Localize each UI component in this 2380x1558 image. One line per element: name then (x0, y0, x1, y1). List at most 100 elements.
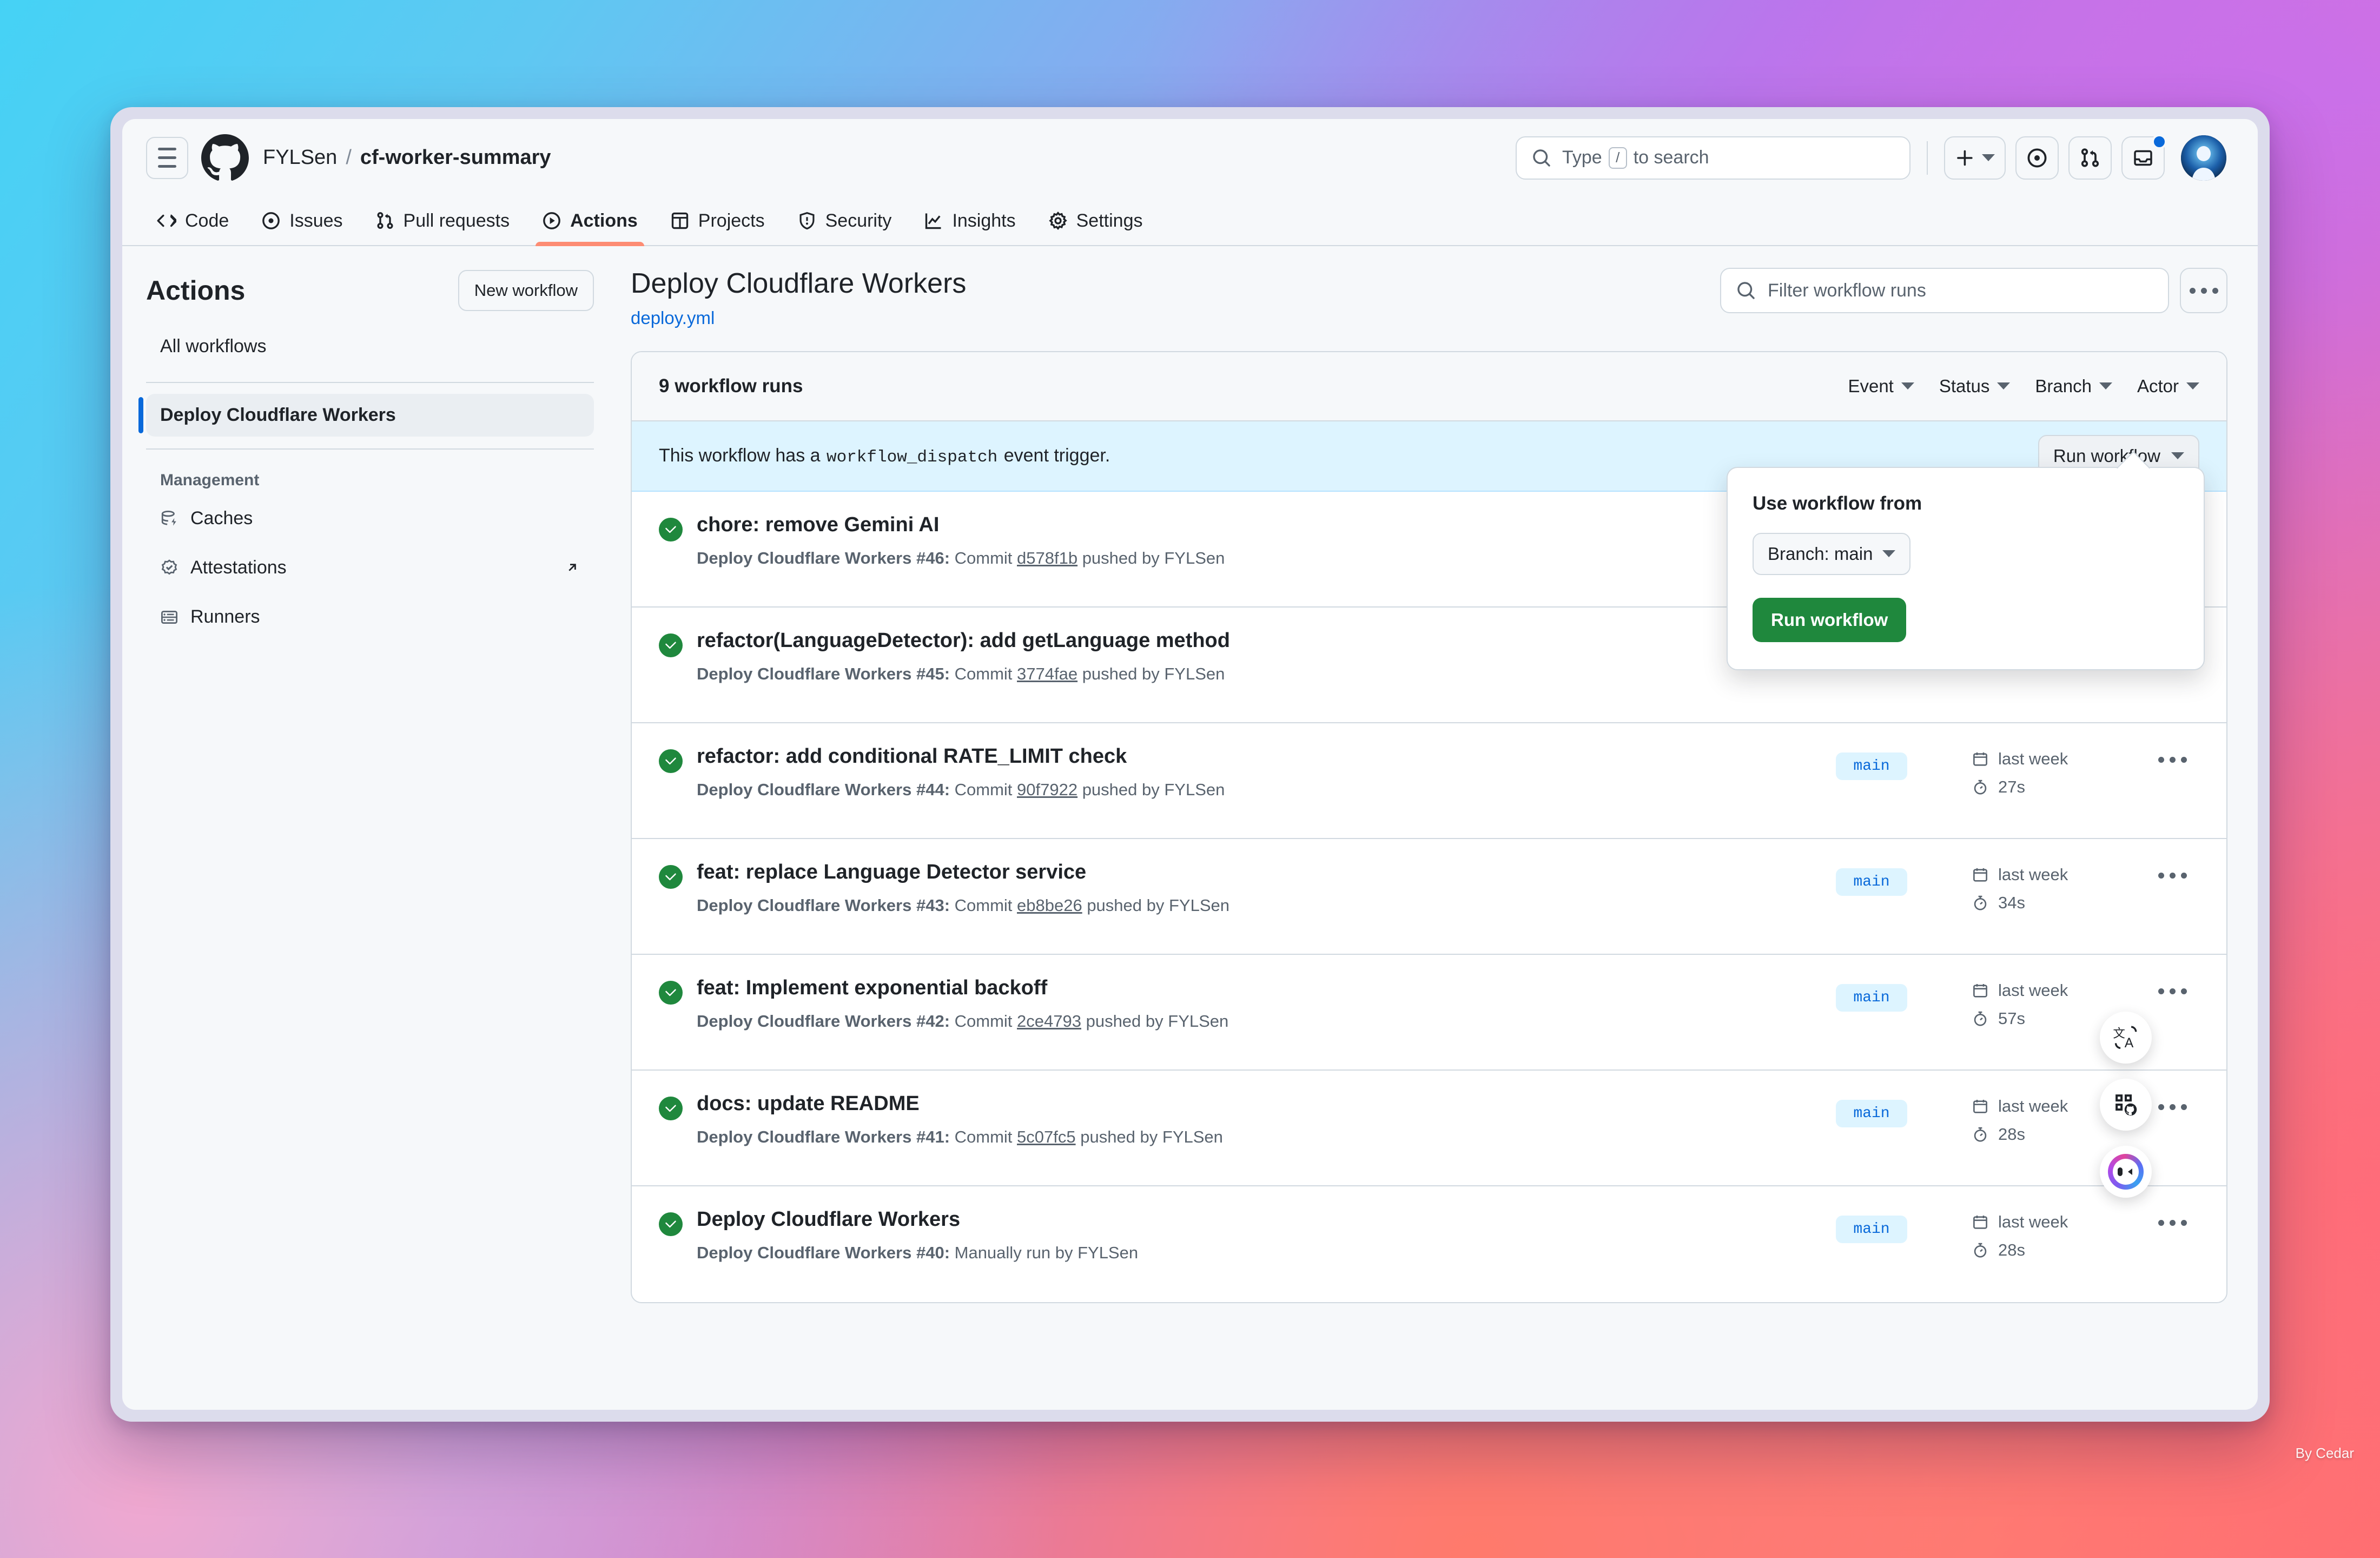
run-duration-text: 57s (1998, 1008, 2025, 1028)
tab-actions[interactable]: Actions (528, 196, 652, 246)
breadcrumb-repo[interactable]: cf-worker-summary (360, 146, 551, 169)
workflow-more-options-button[interactable] (2180, 268, 2227, 313)
breadcrumb-separator: / (346, 146, 352, 169)
run-workflow-name: Deploy Cloudflare Workers #42: (697, 1011, 950, 1031)
branch-badge[interactable]: main (1836, 752, 1907, 780)
menu-hamburger-icon[interactable] (146, 136, 188, 179)
table-row[interactable]: Deploy Cloudflare Workers Deploy Cloudfla… (632, 1186, 2226, 1302)
branch-badge[interactable]: main (1836, 983, 1907, 1012)
run-actor: FYLSen (1169, 895, 1230, 915)
search-placeholder-text: Type / to search (1562, 147, 1709, 169)
run-workflow-name: Deploy Cloudflare Workers #41: (697, 1127, 950, 1146)
github-logo-icon[interactable] (201, 134, 249, 182)
status-badge (659, 633, 683, 657)
run-title-link[interactable]: refactor: add conditional RATE_LIMIT che… (697, 745, 1836, 768)
new-workflow-button[interactable]: New workflow (458, 270, 594, 311)
run-more-options-button[interactable] (2145, 1208, 2199, 1226)
tab-pull-requests[interactable]: Pull requests (361, 196, 524, 245)
table-row[interactable]: refactor: add conditional RATE_LIMIT che… (632, 723, 2226, 839)
tab-issues[interactable]: Issues (247, 196, 356, 245)
tab-settings-label: Settings (1076, 210, 1143, 231)
run-commit-sha[interactable]: d578f1b (1017, 549, 1077, 567)
sidebar-item-all-workflows[interactable]: All workflows (146, 325, 594, 368)
run-workflow-name: Deploy Cloudflare Workers #43: (697, 895, 950, 915)
filter-workflow-runs-input[interactable]: Filter workflow runs (1720, 268, 2169, 313)
run-commit-sha[interactable]: 90f7922 (1017, 780, 1077, 799)
chevron-down-icon (1997, 382, 2011, 390)
run-subtitle: Deploy Cloudflare Workers #45: Commit 37… (697, 664, 1225, 683)
tab-security[interactable]: Security (783, 196, 906, 245)
actions-sidebar: Actions New workflow All workflows Deplo… (122, 246, 620, 1410)
tab-code[interactable]: Code (143, 196, 243, 245)
run-age-text: last week (1998, 864, 2068, 884)
calendar-icon (1973, 983, 1987, 998)
filter-status[interactable]: Status (1939, 376, 2011, 397)
tab-settings[interactable]: Settings (1034, 196, 1157, 245)
filter-event[interactable]: Event (1848, 376, 1914, 397)
run-title-link[interactable]: feat: replace Language Detector service (697, 861, 1836, 884)
run-more-options-button[interactable] (2145, 745, 2199, 763)
calendar-icon (1973, 868, 1987, 882)
shield-icon (799, 212, 815, 230)
run-commit-sha[interactable]: eb8be26 (1017, 896, 1082, 915)
workflow-file-link[interactable]: deploy.yml (631, 308, 966, 328)
run-commit-sha[interactable]: 5c07fc5 (1017, 1127, 1076, 1146)
tab-projects[interactable]: Projects (656, 196, 779, 245)
create-new-button[interactable] (1944, 136, 2006, 180)
github-apps-widget-button[interactable] (2100, 1079, 2152, 1131)
page-title: Actions (146, 275, 246, 306)
run-actor: FYLSen (1164, 548, 1225, 567)
run-workflow-popover: Use workflow from Branch: main Run workf… (1727, 466, 2205, 670)
assistant-mouth-icon (2127, 1168, 2132, 1175)
dot (2180, 756, 2187, 763)
search-prefix: Type (1562, 147, 1602, 168)
run-actor: FYLSen (1164, 780, 1225, 799)
run-commit-sha[interactable]: 3774fae (1017, 664, 1077, 683)
sidebar-item-attestations[interactable]: Attestations (146, 547, 594, 588)
stopwatch-icon (1974, 1243, 1987, 1258)
svg-text:文: 文 (2113, 1027, 2125, 1041)
translate-widget-button[interactable]: 文 A (2100, 1012, 2152, 1064)
run-title-link[interactable]: chore: remove Gemini AI (697, 513, 1836, 537)
header-divider (1927, 141, 1928, 175)
run-workflow-submit-button[interactable]: Run workflow (1753, 597, 1907, 642)
issue-opened-icon (262, 212, 280, 229)
branch-select-dropdown[interactable]: Branch: main (1753, 532, 1911, 575)
inbox-notifications-button[interactable] (2121, 134, 2167, 180)
filter-actor[interactable]: Actor (2137, 376, 2199, 397)
dot (2189, 287, 2196, 294)
apps-github-icon (2115, 1094, 2137, 1116)
run-title-link[interactable]: docs: update README (697, 1092, 1836, 1115)
check-icon (665, 757, 676, 764)
run-title-link[interactable]: refactor(LanguageDetector): add getLangu… (697, 629, 1836, 652)
global-search-input[interactable]: Type / to search (1516, 136, 1910, 180)
run-commit-sha[interactable]: 2ce4793 (1017, 1012, 1081, 1031)
table-row[interactable]: docs: update README Deploy Cloudflare Wor… (632, 1071, 2226, 1186)
breadcrumb-owner[interactable]: FYLSen (263, 146, 337, 169)
assistant-widget-button[interactable] (2100, 1146, 2152, 1198)
dot (2158, 1104, 2164, 1110)
sidebar-item-deploy-cloudflare-workers[interactable]: Deploy Cloudflare Workers (146, 394, 594, 437)
user-avatar[interactable] (2181, 135, 2226, 181)
run-title-link[interactable]: Deploy Cloudflare Workers (697, 1208, 1836, 1231)
issues-button[interactable] (2015, 136, 2059, 180)
status-badge (659, 864, 683, 889)
workflow-dispatch-text: This workflow has a workflow_dispatch ev… (659, 445, 1110, 467)
pull-requests-button[interactable] (2068, 136, 2112, 180)
tab-insights[interactable]: Insights (910, 196, 1029, 245)
table-row[interactable]: feat: Implement exponential backoff Deplo… (632, 955, 2226, 1071)
branch-badge[interactable]: main (1836, 1215, 1907, 1243)
sidebar-item-caches[interactable]: Caches (146, 498, 594, 539)
run-more-options-button[interactable] (2145, 1092, 2199, 1110)
filter-branch[interactable]: Branch (2035, 376, 2112, 397)
branch-badge[interactable]: main (1836, 1099, 1907, 1127)
run-more-options-button[interactable] (2145, 861, 2199, 879)
dispatch-event-code: workflow_dispatch (827, 447, 998, 467)
run-workflow-name: Deploy Cloudflare Workers #44: (697, 780, 950, 799)
branch-badge[interactable]: main (1836, 868, 1907, 896)
run-title-link[interactable]: feat: Implement exponential backoff (697, 976, 1836, 1000)
table-row[interactable]: feat: replace Language Detector service D… (632, 839, 2226, 955)
run-more-options-button[interactable] (2145, 976, 2199, 994)
sidebar-item-runners[interactable]: Runners (146, 597, 594, 637)
run-subtitle: Deploy Cloudflare Workers #42: Commit 2c… (697, 1011, 1229, 1031)
